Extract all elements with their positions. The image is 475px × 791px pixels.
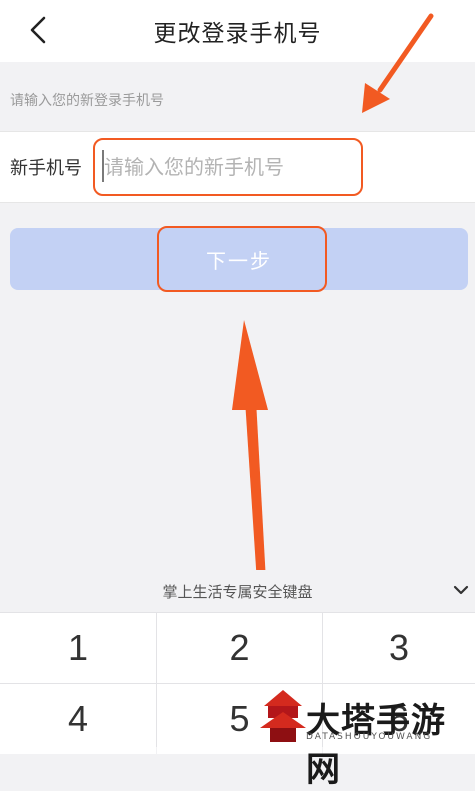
key-3[interactable]: 3 [323,613,475,683]
key-2[interactable]: 2 [157,613,322,683]
watermark-subtext: DATASHOUYOUWANG [306,732,433,742]
keyboard-collapse-button[interactable] [450,580,472,600]
chevron-down-icon [453,585,469,595]
watermark-text: 大塔手游网 [306,701,446,790]
key-1[interactable]: 1 [0,613,156,683]
keyboard-title: 掌上生活专属安全键盘 [162,583,313,601]
key-4[interactable]: 4 [0,684,156,754]
pagoda-logo-icon [260,690,306,742]
arrow-to-input [362,13,434,113]
